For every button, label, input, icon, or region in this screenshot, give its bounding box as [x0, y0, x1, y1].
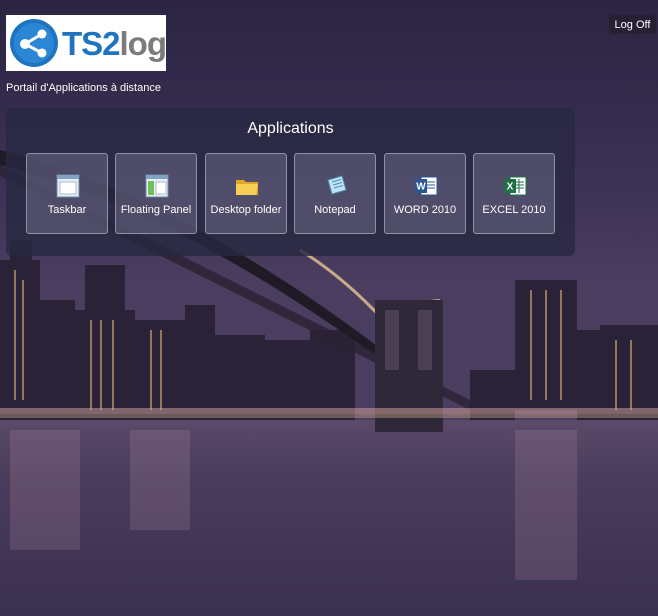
app-tile-notepad[interactable]: Notepad [294, 153, 376, 234]
logo-wordmark: TS2log [61, 24, 167, 62]
app-label: Taskbar [47, 204, 87, 216]
word-icon: W [415, 176, 438, 196]
applications-title: Applications [247, 120, 334, 137]
app-tile-word-2010[interactable]: W WORD 2010 [384, 153, 466, 234]
logo-text-ts2: TS2 [61, 24, 121, 62]
svg-text:W: W [416, 182, 426, 193]
logoff-button[interactable]: Log Off [609, 15, 656, 34]
folder-icon [236, 180, 258, 195]
notepad-icon [327, 175, 347, 195]
svg-text:X: X [507, 182, 514, 193]
excel-icon: X [504, 176, 527, 196]
app-tile-excel-2010[interactable]: X EXCEL 2010 [473, 153, 555, 234]
share-network-icon [9, 19, 58, 67]
app-label: EXCEL 2010 [482, 204, 546, 216]
app-tile-taskbar[interactable]: Taskbar [26, 153, 108, 234]
app-tile-floating-panel[interactable]: Floating Panel [115, 153, 197, 234]
app-label: Notepad [314, 204, 356, 216]
app-label: Desktop folder [210, 204, 282, 216]
logo-text-log: log [119, 24, 167, 62]
portal-subtitle: Portail d'Applications à distance [6, 82, 161, 94]
floating-panel-icon [145, 174, 169, 198]
window-icon [56, 174, 80, 198]
ts2log-logo: TS2log [6, 15, 167, 71]
app-label: WORD 2010 [393, 204, 457, 216]
app-tile-desktop-folder[interactable]: Desktop folder [205, 153, 287, 234]
app-label: Floating Panel [120, 204, 192, 216]
applications-panel: Applications Taskbar Floating Panel Desk… [6, 108, 575, 256]
